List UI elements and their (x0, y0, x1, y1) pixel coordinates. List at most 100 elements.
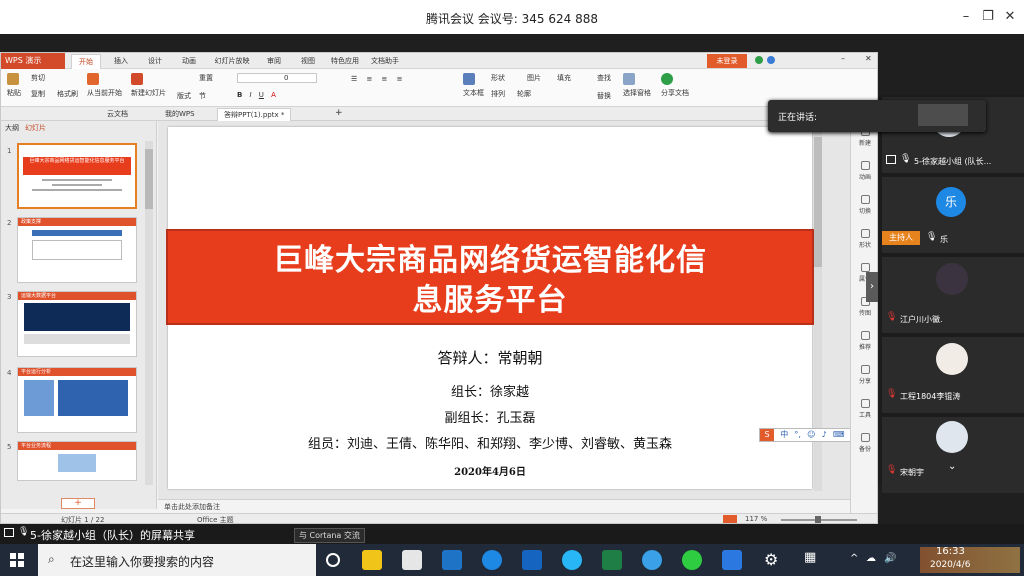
file-explorer-icon[interactable] (362, 550, 382, 570)
reset-button[interactable]: 重置 (199, 73, 213, 83)
tab-insert[interactable]: 插入 (107, 54, 135, 69)
tab-design[interactable]: 设计 (141, 54, 169, 69)
tool-transition[interactable]: 切换 (851, 195, 877, 215)
chinese-mode-icon[interactable]: 中 (780, 430, 788, 439)
cortana-icon[interactable] (326, 553, 340, 567)
doc-tab-cloud[interactable]: 云文档 (101, 108, 134, 121)
new-slide-button[interactable]: 新建幻灯片 (131, 73, 166, 98)
settings-icon[interactable]: ⚙ (764, 550, 778, 569)
login-button[interactable]: 未登录 (707, 54, 747, 68)
network-icon[interactable]: ☁ (866, 553, 876, 564)
keyboard-grid-icon[interactable]: ▦ (804, 550, 816, 565)
participant-tile[interactable]: 🎙 江户川小黴. (882, 257, 1024, 333)
skin-icon[interactable] (767, 56, 775, 64)
sogou-ime-icon[interactable]: S (760, 429, 774, 441)
tab-view[interactable]: 视图 (295, 54, 321, 69)
date-text[interactable]: 2020年4月6日 (168, 463, 812, 478)
clock-time[interactable]: 16:33 (936, 546, 965, 557)
select-pane-button[interactable]: 选择窗格 (623, 73, 651, 98)
window-min-icon[interactable]: – (841, 54, 845, 63)
new-tab-icon[interactable]: + (335, 108, 343, 118)
slide-title[interactable]: 巨峰大宗商品网络货运智能化信 息服务平台 (168, 241, 812, 321)
thumbnail-scrollbar[interactable] (145, 141, 153, 485)
browser-icon[interactable] (562, 550, 582, 570)
participant-tile[interactable]: 🎙 宋朝宇 ⌄ (882, 417, 1024, 493)
panel-tab-slides[interactable]: 幻灯片 (25, 123, 46, 133)
outlook-icon[interactable] (522, 550, 542, 570)
slide-thumbnail-5[interactable]: 平台业务流程 (17, 441, 137, 481)
tencent-meeting-icon[interactable] (722, 550, 742, 570)
tool-animation[interactable]: 动画 (851, 161, 877, 181)
number-list-icon[interactable]: ≡ (366, 75, 372, 83)
vice-leader-text[interactable]: 副组长：孔玉磊 (168, 407, 812, 426)
from-current-button[interactable]: 从当前开始 (87, 73, 122, 98)
slide-thumbnail-2[interactable]: 政策支撑 (17, 217, 137, 283)
font-size-select[interactable]: 0 (237, 73, 317, 83)
window-close-icon[interactable]: ✕ (865, 54, 872, 63)
doc-tab-mywps[interactable]: 我的WPS (159, 108, 201, 121)
close-icon[interactable]: ✕ (1000, 8, 1020, 26)
punctuation-icon[interactable]: °, (794, 430, 801, 439)
tab-home[interactable]: 开始 (71, 54, 101, 69)
align-center-icon[interactable]: ≡ (397, 75, 403, 83)
clock-date[interactable]: 2020/4/6 (930, 560, 970, 570)
play-slideshow-icon[interactable] (723, 515, 737, 523)
cut-button[interactable]: 剪切 (31, 73, 45, 83)
fill-button[interactable]: 填充 (557, 73, 571, 83)
replace-button[interactable]: 替换 (597, 91, 611, 101)
tab-animation[interactable]: 动画 (175, 54, 203, 69)
find-button[interactable]: 查找 (597, 73, 611, 83)
outline-button[interactable]: 轮廓 (517, 89, 531, 99)
underline-icon[interactable]: U (259, 91, 264, 99)
minimize-icon[interactable]: – (956, 8, 976, 26)
members-text[interactable]: 组员：刘迪、王倩、陈华阳、和郑翔、李少博、刘睿敏、黄玉森 (168, 433, 812, 452)
picture-button[interactable]: 图片 (527, 73, 541, 83)
bold-icon[interactable]: B (237, 91, 242, 99)
paste-button[interactable]: 粘贴 (7, 73, 21, 98)
section-button[interactable]: 节 (199, 91, 206, 101)
restore-icon[interactable]: ❐ (978, 8, 998, 26)
sync-icon[interactable] (755, 56, 763, 64)
windows-start-icon[interactable] (10, 553, 24, 567)
bullet-list-icon[interactable]: ☰ (351, 75, 357, 83)
tool-share[interactable]: 分享 (851, 365, 877, 385)
tool-recommend[interactable]: 推荐 (851, 331, 877, 351)
zoom-slider-handle[interactable] (815, 516, 821, 523)
tab-review[interactable]: 审阅 (261, 54, 287, 69)
tool-backup[interactable]: 备份 (851, 433, 877, 453)
doc-tab-presentation[interactable]: 答辩PPT(1).pptx * (217, 108, 292, 121)
participant-tile[interactable]: 🎙 工程1804李锟涛 (882, 337, 1024, 413)
tool-tools[interactable]: 工具 (851, 399, 877, 419)
copy-button[interactable]: 复制 (31, 89, 45, 99)
emoji-icon[interactable]: ☺ (807, 430, 815, 439)
defender-text[interactable]: 答辩人：常朝朝 (168, 347, 812, 368)
tab-doc-assistant[interactable]: 文档助手 (367, 54, 403, 69)
volume-icon[interactable]: 🔊 (884, 553, 896, 564)
align-left-icon[interactable]: ≡ (382, 75, 388, 83)
mail-icon[interactable] (442, 550, 462, 570)
notes-pane[interactable]: 单击此处添加备注 (158, 499, 850, 513)
layout-button[interactable]: 版式 (177, 91, 191, 101)
tab-slideshow[interactable]: 幻灯片放映 (207, 54, 257, 69)
collapse-panel-icon[interactable]: › (866, 272, 878, 302)
add-slide-button[interactable]: + (61, 498, 95, 509)
tool-shape[interactable]: 形状 (851, 229, 877, 249)
excel-icon[interactable] (602, 550, 622, 570)
format-painter-button[interactable]: 格式刷 (57, 89, 78, 99)
chevron-down-icon[interactable]: ⌄ (948, 461, 956, 472)
tray-chevron-icon[interactable]: ^ (850, 553, 858, 564)
leader-text[interactable]: 组长：徐家越 (168, 381, 812, 400)
wps-app-menu[interactable]: WPS 演示 (1, 53, 65, 69)
italic-icon[interactable]: I (250, 91, 252, 99)
edge-icon[interactable] (482, 550, 502, 570)
textbox-button[interactable]: 文本框 (463, 73, 484, 98)
arrange-button[interactable]: 排列 (491, 89, 505, 99)
keyboard-icon[interactable]: ⌨ (833, 430, 845, 439)
voice-icon[interactable]: ♪ (822, 430, 827, 439)
font-color-icon[interactable]: A (271, 91, 276, 99)
slide-thumbnail-4[interactable]: 平台运行分析 (17, 367, 137, 433)
participant-tile[interactable]: 乐 主持人 🎙 乐 (882, 177, 1024, 253)
panel-tab-outline[interactable]: 大纲 (5, 123, 19, 133)
taskbar-search[interactable]: ⌕ 在这里输入你要搜索的内容 (38, 544, 316, 576)
slide-thumbnail-1[interactable]: 巨峰大宗商品网络货运智能化信息服务平台 (17, 143, 137, 209)
